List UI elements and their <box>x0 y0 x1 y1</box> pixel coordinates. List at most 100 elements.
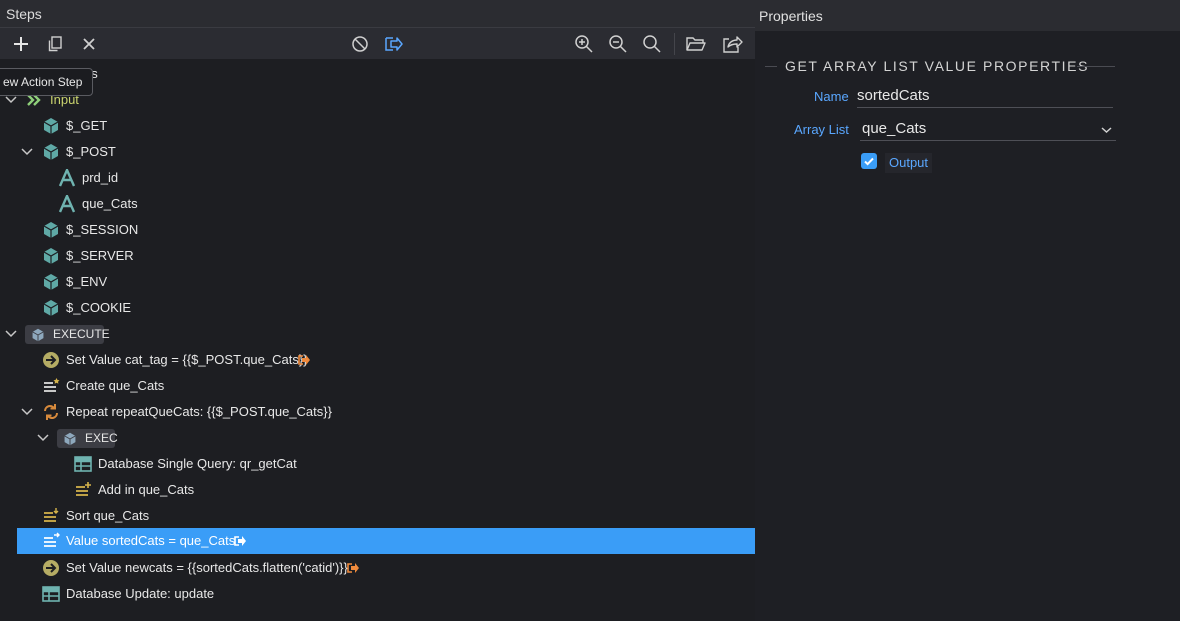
tree-row-prd-id[interactable]: prd_id <box>0 165 755 191</box>
tree-label: Database Update: update <box>66 586 215 601</box>
zoom-in-icon <box>575 35 593 53</box>
steps-header: Steps <box>0 0 755 27</box>
tree-row-cookie[interactable]: $_COOKIE <box>0 295 755 321</box>
properties-title: Properties <box>759 8 823 24</box>
output-label[interactable]: Output <box>885 153 933 173</box>
copy-button[interactable] <box>42 32 68 56</box>
cube-icon <box>43 248 59 264</box>
section-title: GET ARRAY LIST VALUE PROPERTIES <box>785 58 1090 74</box>
tree-row-set-cat-tag[interactable]: Set Value cat_tag = {{$_POST.que_Cats}} <box>0 347 755 373</box>
tree-label: Sort que_Cats <box>66 508 150 523</box>
cube-icon <box>64 432 76 446</box>
disable-icon <box>352 36 368 52</box>
tree-row-env[interactable]: $_ENV <box>0 269 755 295</box>
open-button[interactable] <box>683 32 709 56</box>
database-table-icon <box>42 586 60 602</box>
output-arrow-icon <box>298 355 310 365</box>
tree-row-server[interactable]: $_SERVER <box>0 243 755 269</box>
exec-badge: EXEC <box>57 429 118 448</box>
tree-row-post[interactable]: $_POST <box>0 139 755 165</box>
output-toggle-button[interactable] <box>381 32 407 56</box>
zoom-out-icon <box>609 35 627 53</box>
tree-label: EXECUTE <box>53 327 110 341</box>
tree-row-repeat[interactable]: Repeat repeatQueCats: {{$_POST.que_Cats}… <box>0 399 755 425</box>
export-button[interactable] <box>719 32 745 56</box>
zoom-fit-icon <box>643 35 661 53</box>
tree-label: $_COOKIE <box>66 300 132 315</box>
list-value-icon <box>44 532 60 547</box>
copy-icon <box>48 36 62 52</box>
zoom-out-button[interactable] <box>605 32 631 56</box>
tree-label: Database Single Query: qr_getCat <box>98 456 297 471</box>
check-icon <box>864 157 874 166</box>
tree-label: EXEC <box>85 431 118 445</box>
array-list-label: Array List <box>794 122 849 137</box>
output-checkbox[interactable] <box>861 153 877 169</box>
tree-row-execute[interactable]: EXECUTE <box>0 321 755 347</box>
tree-row-db-update[interactable]: Database Update: update <box>0 581 755 607</box>
array-list-select[interactable]: que_Cats <box>860 117 1116 141</box>
cube-icon <box>32 328 44 342</box>
chevron-down-icon <box>1101 127 1112 134</box>
cube-icon <box>43 274 59 290</box>
disable-step-button[interactable] <box>347 32 373 56</box>
database-table-icon <box>74 456 92 472</box>
chevron-down-icon[interactable] <box>5 329 17 339</box>
tree-label: que_Cats <box>82 196 138 211</box>
tree-row-exec[interactable]: EXEC <box>0 425 755 451</box>
delete-button[interactable] <box>76 32 102 56</box>
name-input[interactable]: sortedCats <box>857 84 1113 108</box>
tree-row-input[interactable]: Input <box>0 87 755 113</box>
tree-row-set-newcats[interactable]: Set Value newcats = {{sortedCats.flatten… <box>0 555 755 581</box>
zoom-fit-button[interactable] <box>639 32 665 56</box>
export-icon <box>723 36 743 53</box>
cube-icon <box>43 222 59 238</box>
tree-label: $_ENV <box>66 274 108 289</box>
cube-icon <box>43 118 59 134</box>
properties-header: Properties <box>755 0 1180 31</box>
tree-label: $_GET <box>66 118 108 133</box>
tree-row-globals[interactable]: gs <box>0 61 755 87</box>
cube-icon <box>43 300 59 316</box>
zoom-in-button[interactable] <box>571 32 597 56</box>
section-divider <box>1077 66 1115 67</box>
list-add-icon <box>76 482 91 496</box>
tree-row-que-cats[interactable]: que_Cats <box>0 191 755 217</box>
tree-row-get[interactable]: $_GET <box>0 113 755 139</box>
steps-title: Steps <box>6 6 42 22</box>
list-sort-icon <box>44 508 59 522</box>
chevron-down-icon[interactable] <box>21 407 33 417</box>
open-folder-icon <box>686 37 706 51</box>
tree-label: Set Value newcats = {{sortedCats.flatten… <box>66 560 348 575</box>
name-value: sortedCats <box>857 87 930 104</box>
tree-row-create-que-cats[interactable]: Create que_Cats <box>0 373 755 399</box>
steps-toolbar <box>0 27 755 59</box>
set-value-icon <box>43 560 59 576</box>
chevron-down-icon[interactable] <box>21 147 33 157</box>
name-label: Name <box>814 89 849 104</box>
add-step-button[interactable] <box>8 32 34 56</box>
tree-row-session[interactable]: $_SESSION <box>0 217 755 243</box>
output-arrow-icon <box>347 563 359 573</box>
chevron-down-icon[interactable] <box>37 433 49 443</box>
tree-row-add-in-que-cats[interactable]: Add in que_Cats <box>0 477 755 503</box>
execute-badge: EXECUTE <box>25 325 110 344</box>
steps-panel: Steps ew Action Step Input $_GET $_POST … <box>0 0 755 621</box>
tree-label: $_POST <box>66 144 116 159</box>
tree-label: Set Value cat_tag = {{$_POST.que_Cats}} <box>66 352 308 367</box>
output-icon <box>385 37 403 51</box>
tree-row-sort-que-cats[interactable]: Sort que_Cats <box>0 503 755 529</box>
tree-label: Create que_Cats <box>66 378 165 393</box>
tree-row-db-single-query[interactable]: Database Single Query: qr_getCat <box>0 451 755 477</box>
tree-row-value-sorted-cats[interactable]: Value sortedCats = que_Cats <box>17 528 755 554</box>
tree-label: Value sortedCats = que_Cats <box>66 533 236 548</box>
chevron-down-icon[interactable] <box>5 95 17 105</box>
set-value-icon <box>43 352 59 368</box>
list-create-icon <box>44 378 60 392</box>
tree-label: Repeat repeatQueCats: {{$_POST.que_Cats}… <box>66 404 332 419</box>
tooltip: ew Action Step <box>0 68 94 96</box>
tree-label: $_SERVER <box>66 248 134 263</box>
tree-label: $_SESSION <box>66 222 139 237</box>
tree-label: prd_id <box>82 170 119 185</box>
add-icon <box>14 37 28 51</box>
